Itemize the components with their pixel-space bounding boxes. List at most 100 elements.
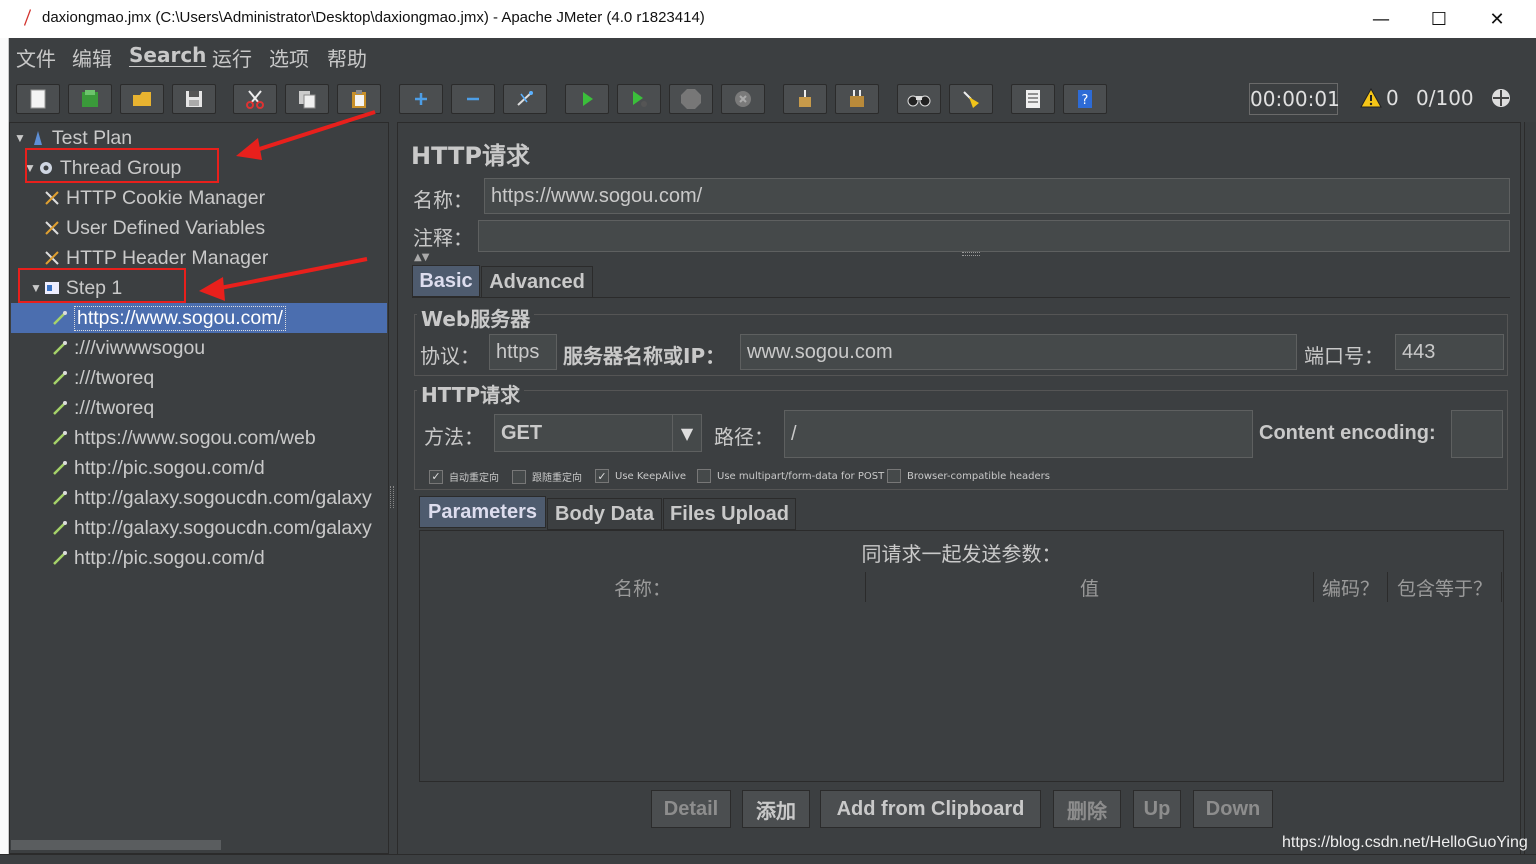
collapse-all-button[interactable] <box>451 84 495 114</box>
comment-field[interactable] <box>478 220 1510 252</box>
open-button[interactable] <box>120 84 164 114</box>
path-field[interactable]: / <box>784 410 1253 458</box>
method-select[interactable]: GET <box>494 414 702 452</box>
column-header-include-equals[interactable]: 包含等于？ <box>1388 572 1502 602</box>
close-button[interactable]: ✕ <box>1468 0 1526 38</box>
name-field[interactable]: https://www.sogou.com/ <box>484 178 1510 214</box>
checkbox-unchecked-icon <box>512 469 526 484</box>
tree-item-sampler-6[interactable]: http://pic.sogou.com/d <box>52 453 265 483</box>
menu-help[interactable]: 帮助 <box>327 43 367 72</box>
list-icon <box>1026 90 1040 108</box>
save-button[interactable] <box>172 84 216 114</box>
tree-label: http://pic.sogou.com/d <box>74 456 265 479</box>
parameters-table-body[interactable] <box>420 602 1503 780</box>
server-field[interactable]: www.sogou.com <box>740 334 1297 370</box>
tree-label: http://galaxy.sogoucdn.com/galaxy <box>74 516 372 539</box>
menu-run[interactable]: 运行 <box>212 43 252 72</box>
menu-options[interactable]: 选项 <box>269 43 309 72</box>
column-header-encode[interactable]: 编码？ <box>1314 572 1388 602</box>
checkbox-keepalive[interactable]: ✓ Use KeepAlive <box>595 469 686 483</box>
toggle-wand-icon <box>517 91 533 106</box>
shutdown-button[interactable] <box>721 84 765 114</box>
parameters-caption: 同请求一起发送参数： <box>861 542 1062 566</box>
checkbox-browser-headers[interactable]: Browser-compatible headers <box>887 469 1050 483</box>
column-header-name[interactable]: 名称： <box>420 572 866 602</box>
up-button[interactable]: Up <box>1133 790 1181 828</box>
tree-item-sampler-7[interactable]: http://galaxy.sogoucdn.com/galaxy <box>52 483 387 513</box>
watermark-text: https://blog.csdn.net/HelloGuoYing <box>1282 834 1528 851</box>
reset-search-button[interactable] <box>949 84 993 114</box>
annotation-arrow-1 <box>236 110 376 160</box>
detail-button[interactable]: Detail <box>651 790 731 828</box>
pipette-icon <box>52 310 68 326</box>
tree-item-sampler-4[interactable]: :///tworeq <box>52 393 154 423</box>
expand-all-button[interactable] <box>399 84 443 114</box>
add-from-clipboard-button[interactable]: Add from Clipboard <box>820 790 1041 828</box>
checkbox-redirect-auto[interactable]: ✓ 自动重定向 <box>429 469 499 484</box>
tab-body-data[interactable]: Body Data <box>547 498 662 530</box>
checkbox-unchecked-icon <box>697 469 711 483</box>
checkbox-label: Use KeepAlive <box>615 470 687 482</box>
play-icon <box>583 92 593 106</box>
tree-horizontal-scrollbar[interactable] <box>11 840 221 850</box>
tree-item-sampler-8[interactable]: http://galaxy.sogoucdn.com/galaxy <box>52 513 387 543</box>
chevron-down-icon[interactable]: ▼ <box>672 415 701 451</box>
menu-file[interactable]: 文件 <box>16 43 56 72</box>
checkbox-multipart[interactable]: Use multipart/form-data for POST <box>697 469 884 483</box>
tree-label: http://pic.sogou.com/d <box>74 546 265 569</box>
start-button[interactable] <box>565 84 609 114</box>
tree-item-sampler-1[interactable]: https://www.sogou.com/ <box>52 303 286 333</box>
reset-broom-icon <box>963 91 979 108</box>
search-button[interactable] <box>897 84 941 114</box>
pipette-icon <box>52 430 68 446</box>
tree-item-sampler-3[interactable]: :///tworeq <box>52 363 154 393</box>
shutdown-icon <box>735 91 751 107</box>
port-field[interactable]: 443 <box>1395 334 1504 370</box>
templates-button[interactable] <box>68 84 112 114</box>
delete-button[interactable]: 删除 <box>1053 790 1121 828</box>
expand-arrow-icon[interactable]: ▼ <box>14 131 26 145</box>
menu-search[interactable]: Search <box>129 43 206 67</box>
tree-item-sampler-5[interactable]: https://www.sogou.com/web <box>52 423 316 453</box>
server-label: 服务器名称或IP： <box>563 344 726 368</box>
warning-icon[interactable] <box>1360 88 1382 108</box>
column-header-value[interactable]: 值 <box>866 572 1314 602</box>
tab-parameters[interactable]: Parameters <box>419 496 546 528</box>
stop-button[interactable] <box>669 84 713 114</box>
split-pane-divider[interactable] <box>390 486 394 508</box>
method-value: GET <box>501 421 543 444</box>
add-button[interactable]: 添加 <box>742 790 810 828</box>
tree-item-user-defined-variables[interactable]: User Defined Variables <box>44 213 265 243</box>
toggle-button[interactable] <box>503 84 547 114</box>
menu-edit[interactable]: 编辑 <box>72 43 112 72</box>
protocol-field[interactable]: https <box>489 334 557 370</box>
remote-globe-icon[interactable] <box>1490 87 1512 109</box>
tab-files-upload[interactable]: Files Upload <box>663 498 796 530</box>
function-helper-button[interactable] <box>1011 84 1055 114</box>
checkbox-follow-redirects[interactable]: 跟随重定向 <box>512 469 582 484</box>
clear-button[interactable] <box>783 84 827 114</box>
annotation-box-step-1 <box>18 268 186 303</box>
checkbox-checked-icon: ✓ <box>595 469 609 483</box>
maximize-button[interactable]: ☐ <box>1410 0 1468 38</box>
tab-divider <box>412 297 1510 298</box>
stop-icon <box>681 89 701 109</box>
help-button[interactable]: ? <box>1063 84 1107 114</box>
splitter-grip[interactable] <box>962 252 980 256</box>
down-button[interactable]: Down <box>1193 790 1273 828</box>
content-encoding-field[interactable] <box>1451 410 1503 458</box>
new-button[interactable] <box>16 84 60 114</box>
right-edge-panel <box>1524 122 1536 864</box>
collapse-arrows-icon[interactable]: ▲▼ <box>414 252 429 263</box>
start-no-pauses-button[interactable] <box>617 84 661 114</box>
tree-item-sampler-2[interactable]: :///viwwwsogou <box>52 333 205 363</box>
title-bar: daxiongmao.jmx (C:\Users\Administrator\D… <box>0 0 1536 38</box>
tab-basic[interactable]: Basic <box>412 265 480 297</box>
tree-item-sampler-9[interactable]: http://pic.sogou.com/d <box>52 543 265 573</box>
tab-advanced[interactable]: Advanced <box>481 266 593 298</box>
tree-label: http://galaxy.sogoucdn.com/galaxy <box>74 486 372 509</box>
annotation-arrow-2 <box>199 257 368 301</box>
clear-all-button[interactable] <box>835 84 879 114</box>
pipette-icon <box>52 550 68 566</box>
minimize-button[interactable]: — <box>1352 0 1410 38</box>
